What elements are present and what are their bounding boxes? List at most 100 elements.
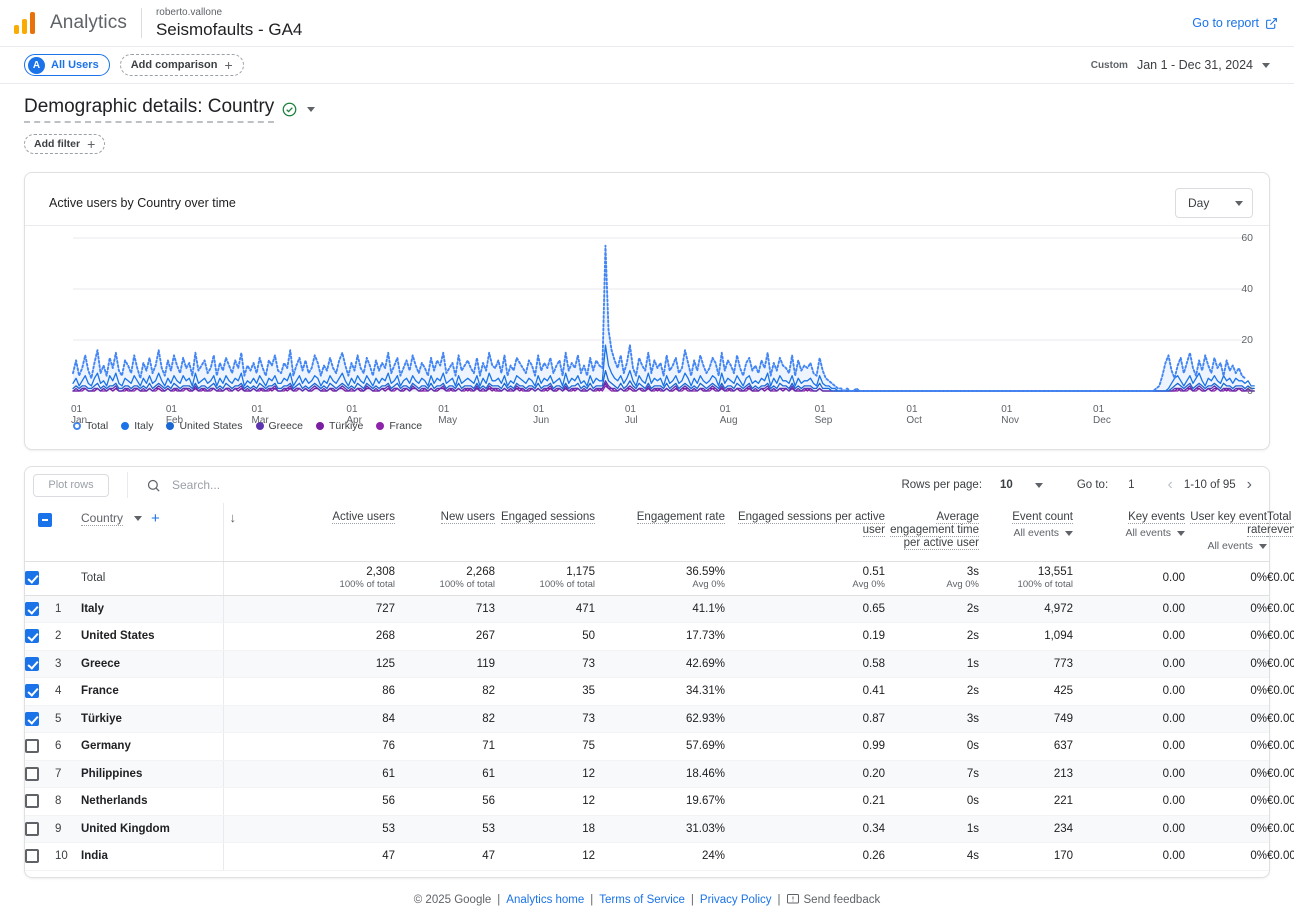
- row-checkbox[interactable]: [25, 657, 39, 671]
- metric-header-event-count[interactable]: Event count All events: [979, 503, 1073, 561]
- goto-input[interactable]: 1: [1128, 479, 1134, 491]
- rows-per-page-value[interactable]: 10: [1000, 479, 1013, 491]
- row-checkbox[interactable]: [25, 767, 39, 781]
- granularity-value: Day: [1188, 196, 1209, 210]
- terms-of-service-link[interactable]: Terms of Service: [599, 894, 685, 906]
- go-to-report-link[interactable]: Go to report: [1192, 16, 1278, 30]
- search-input[interactable]: [170, 477, 390, 493]
- title-chevron-down-icon[interactable]: [307, 107, 315, 112]
- add-filter-button[interactable]: Add filter +: [24, 134, 105, 154]
- chevron-left-icon[interactable]: ‹: [1165, 477, 1176, 493]
- metric-value: 47: [309, 850, 395, 862]
- search-box[interactable]: [127, 472, 390, 498]
- row-checkbox[interactable]: [25, 822, 39, 836]
- row-checkbox[interactable]: [25, 712, 39, 726]
- row-checkbox-cell: [25, 678, 55, 706]
- dimension-label[interactable]: Country: [81, 511, 123, 526]
- table-row[interactable]: 8Netherlands56561219.67%0.210s2210.000%€…: [25, 788, 1269, 816]
- dimension-cell[interactable]: United States: [81, 623, 223, 651]
- row-checkbox[interactable]: [25, 602, 39, 616]
- table-row[interactable]: 5Türkiye84827362.93%0.873s7490.000%€0.00: [25, 705, 1269, 733]
- granularity-select[interactable]: Day: [1175, 188, 1253, 218]
- analytics-home-link[interactable]: Analytics home: [506, 894, 584, 906]
- property-selector[interactable]: roberto.vallone Seismofaults - GA4: [156, 7, 302, 40]
- table-row[interactable]: 2United States2682675017.73%0.192s1,0940…: [25, 623, 1269, 651]
- dimension-cell[interactable]: India: [81, 843, 223, 871]
- rank-cell: 5: [55, 705, 81, 733]
- metric-cell: 82: [395, 705, 495, 733]
- chevron-down-icon[interactable]: [1065, 531, 1073, 536]
- row-checkbox[interactable]: [25, 739, 39, 753]
- dimension-cell[interactable]: Italy: [81, 595, 223, 623]
- row-checkbox[interactable]: [25, 849, 39, 863]
- metric-value: 0.00: [1073, 685, 1185, 697]
- metric-cell: 13,551100% of total: [979, 561, 1073, 595]
- row-checkbox[interactable]: [25, 794, 39, 808]
- go-to-report-label: Go to report: [1192, 16, 1259, 30]
- row-checkbox[interactable]: [25, 571, 39, 585]
- metric-header-avg-engagement-time[interactable]: Average engagement time per active user: [885, 503, 979, 561]
- metric-cell: 56: [309, 788, 395, 816]
- page-title[interactable]: Demographic details: Country: [24, 96, 274, 123]
- divider: [141, 8, 142, 38]
- metric-header-engagement-rate[interactable]: Engagement rate: [595, 503, 725, 561]
- row-checkbox[interactable]: [25, 684, 39, 698]
- metric-value: 637: [979, 740, 1073, 752]
- user-key-event-rate-filter[interactable]: All events: [1185, 540, 1267, 553]
- metric-cell: 34.31%: [595, 678, 725, 706]
- date-range-picker[interactable]: Custom Jan 1 - Dec 31, 2024: [1091, 58, 1270, 72]
- table-body: Total2,308100% of total2,268100% of tota…: [25, 561, 1269, 870]
- dimension-cell[interactable]: Greece: [81, 650, 223, 678]
- metric-cell: 2,308100% of total: [309, 561, 395, 595]
- metric-cell: 76: [309, 733, 395, 761]
- metric-header-active-users[interactable]: Active users: [309, 503, 395, 561]
- event-count-filter[interactable]: All events: [979, 527, 1073, 540]
- key-events-filter[interactable]: All events: [1073, 527, 1185, 540]
- metric-header-engaged-sessions[interactable]: Engaged sessions: [495, 503, 595, 561]
- row-checkbox[interactable]: [25, 629, 39, 643]
- chart-plot-area[interactable]: 6040200 01Jan01Feb01Mar01Apr01May01Jun01…: [25, 226, 1269, 416]
- dimension-cell[interactable]: Netherlands: [81, 788, 223, 816]
- table-row[interactable]: 10India47471224%0.264s1700.000%€0.00: [25, 843, 1269, 871]
- privacy-policy-link[interactable]: Privacy Policy: [700, 894, 772, 906]
- metric-value: 42.69%: [595, 658, 725, 670]
- select-all-checkbox[interactable]: [38, 513, 52, 527]
- metric-header-user-key-event-rate[interactable]: User key event rate All events: [1185, 503, 1267, 561]
- dimension-cell[interactable]: Philippines: [81, 760, 223, 788]
- table-row[interactable]: 9United Kingdom53531831.03%0.341s2340.00…: [25, 815, 1269, 843]
- chevron-down-icon[interactable]: [1177, 531, 1185, 536]
- table-row[interactable]: 4France86823534.31%0.412s4250.000%€0.00: [25, 678, 1269, 706]
- add-dimension-plus-icon[interactable]: +: [151, 511, 160, 526]
- plot-rows-button[interactable]: Plot rows: [33, 474, 109, 497]
- dimension-cell[interactable]: France: [81, 678, 223, 706]
- metric-header-key-events[interactable]: Key events All events: [1073, 503, 1185, 561]
- metric-cell: 234: [979, 815, 1073, 843]
- chevron-right-icon[interactable]: ›: [1244, 477, 1255, 493]
- metric-value: 61: [309, 768, 395, 780]
- dimension-cell[interactable]: Germany: [81, 733, 223, 761]
- dimension-chevron-down-icon[interactable]: [134, 516, 142, 521]
- dimension-cell[interactable]: Türkiye: [81, 705, 223, 733]
- table-row[interactable]: 1Italy72771347141.1%0.652s4,9720.000%€0.…: [25, 595, 1269, 623]
- table-row[interactable]: 7Philippines61611218.46%0.207s2130.000%€…: [25, 760, 1269, 788]
- metric-header-new-users[interactable]: New users: [395, 503, 495, 561]
- add-comparison-button[interactable]: Add comparison +: [120, 54, 244, 76]
- metric-value: 31.03%: [595, 823, 725, 835]
- metric-cell: 0%: [1185, 788, 1267, 816]
- metric-value: 61: [395, 768, 495, 780]
- metric-header-total-revenue[interactable]: Total revenue: [1267, 503, 1269, 561]
- dimension-cell[interactable]: United Kingdom: [81, 815, 223, 843]
- all-users-chip[interactable]: A All Users: [24, 54, 110, 76]
- metric-value: 36.59%: [595, 566, 725, 578]
- metric-subvalue: Avg 0%: [725, 579, 885, 590]
- table-row[interactable]: 6Germany76717557.69%0.990s6370.000%€0.00: [25, 733, 1269, 761]
- chevron-down-icon[interactable]: [1259, 544, 1267, 549]
- send-feedback-button[interactable]: Send feedback: [787, 894, 881, 906]
- metric-header-engaged-sessions-per-active-user[interactable]: Engaged sessions per active user: [725, 503, 885, 561]
- metric-cell: €0.00: [1267, 760, 1269, 788]
- metric-value: 73: [495, 658, 595, 670]
- rows-per-page-chevron-down-icon[interactable]: [1035, 483, 1043, 488]
- metric-value: 0.00: [1073, 630, 1185, 642]
- sort-arrow-down-icon[interactable]: ↓: [230, 510, 237, 525]
- table-row[interactable]: 3Greece1251197342.69%0.581s7730.000%€0.0…: [25, 650, 1269, 678]
